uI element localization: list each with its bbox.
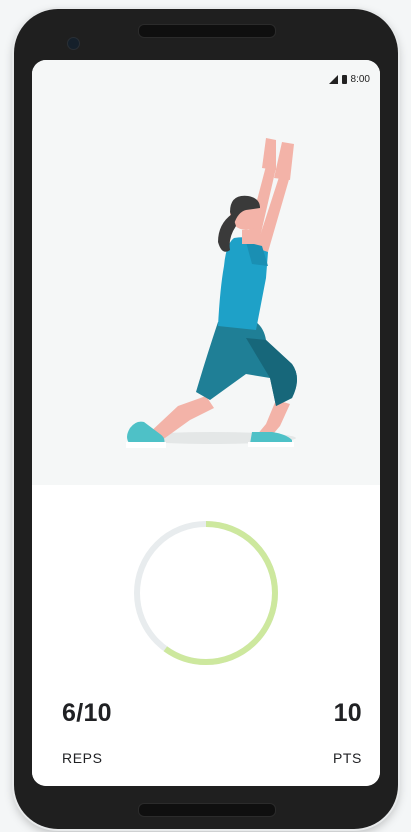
progress-ring — [134, 521, 278, 665]
exercise-illustration — [126, 138, 297, 448]
earpiece-speaker — [138, 24, 276, 38]
phone-frame: 8:00 6/10 REPS 10 PTS — [14, 9, 398, 829]
app-screen: 8:00 6/10 REPS 10 PTS — [32, 60, 380, 786]
points-stat: 10 PTS — [333, 699, 362, 766]
points-label: PTS — [332, 750, 362, 766]
signal-icon — [328, 74, 338, 84]
progress-panel: 6/10 REPS 10 PTS — [32, 485, 380, 786]
reps-stat: 6/10 REPS — [62, 699, 112, 766]
status-time: 8:00 — [350, 73, 370, 85]
front-camera — [67, 37, 80, 50]
points-value: 10 — [333, 699, 362, 727]
status-bar: 8:00 — [328, 72, 370, 86]
reps-label: REPS — [62, 750, 103, 766]
battery-icon — [341, 74, 347, 84]
exercise-hero: 8:00 — [32, 60, 380, 485]
bottom-speaker — [138, 803, 276, 817]
reps-value: 6/10 — [62, 699, 112, 727]
